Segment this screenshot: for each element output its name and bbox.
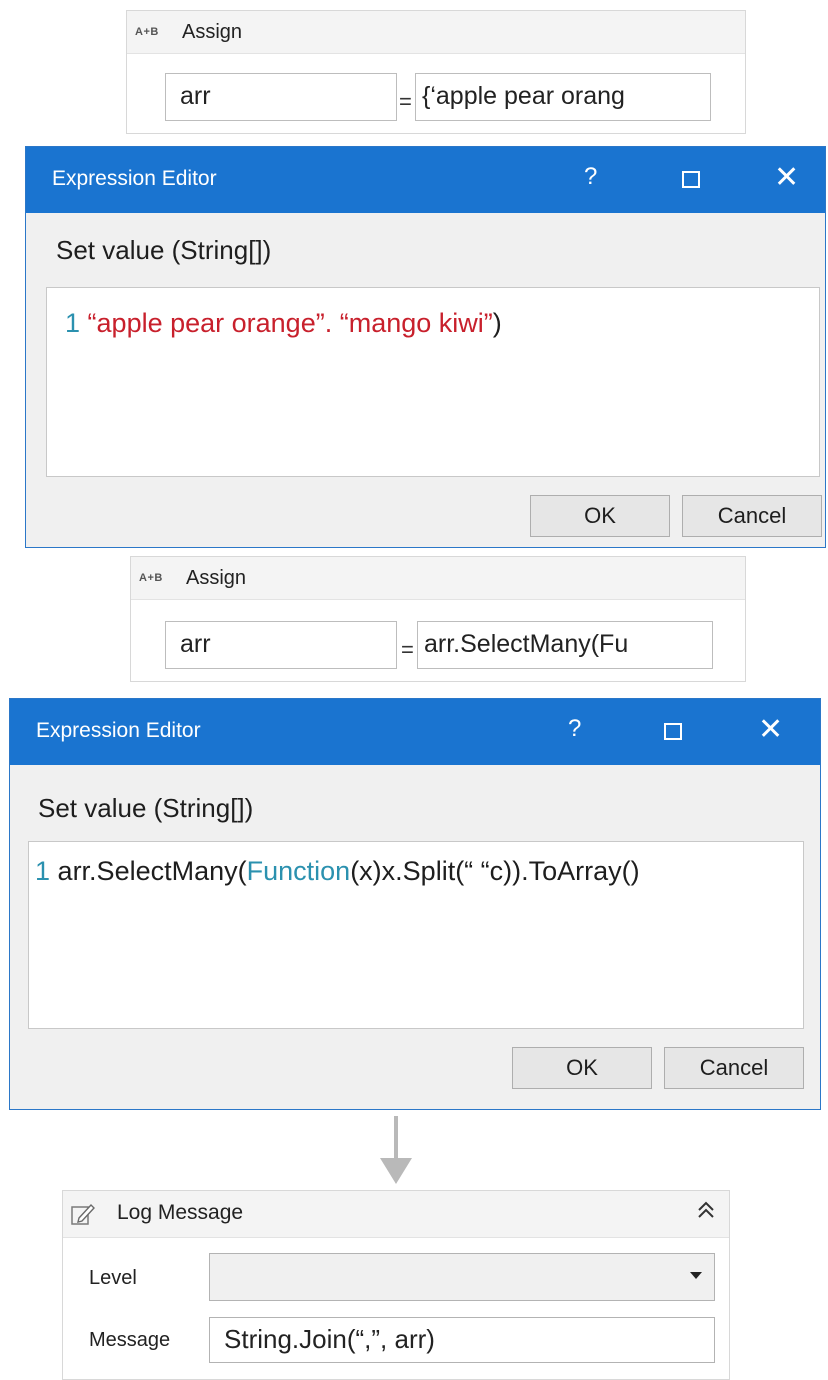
collapse-chevron-icon[interactable]: [695, 1199, 717, 1227]
message-field[interactable]: String.Join(“,”, arr): [209, 1317, 715, 1363]
assign-value-field[interactable]: {‘apple pear orang: [415, 73, 711, 121]
assign-title: Assign: [182, 21, 243, 43]
expression-code-area[interactable]: 1 arr.SelectMany(Function(x)x.Split(“ “c…: [28, 841, 804, 1029]
connector-arrow-icon: [380, 1158, 412, 1184]
level-dropdown[interactable]: [209, 1253, 715, 1301]
assign-header: A+B Assign: [131, 557, 745, 600]
help-icon[interactable]: ?: [584, 163, 597, 191]
close-icon[interactable]: ✕: [758, 712, 783, 747]
cancel-button[interactable]: Cancel: [682, 495, 822, 537]
close-icon[interactable]: ✕: [774, 160, 799, 195]
log-message-activity[interactable]: Log Message Level Message String.Join(“,…: [62, 1190, 730, 1380]
code-text: arr.SelectMany(: [57, 856, 247, 886]
expression-editor-dialog-1: Expression Editor ? ✕ Set value (String[…: [25, 146, 826, 548]
log-message-title: Log Message: [117, 1201, 244, 1224]
pencil-edit-icon: [71, 1203, 95, 1225]
set-value-label: Set value (String[]): [56, 235, 272, 265]
code-keyword: Function: [246, 856, 351, 886]
level-label: Level: [89, 1267, 137, 1289]
expression-editor-dialog-2: Expression Editor ? ✕ Set value (String[…: [9, 698, 821, 1110]
set-value-label: Set value (String[]): [38, 793, 254, 823]
line-number: 1: [35, 856, 51, 886]
cancel-button[interactable]: Cancel: [664, 1047, 804, 1089]
expression-code-area[interactable]: 1 “apple pear orange”. “mango kiwi”): [46, 287, 820, 477]
dropdown-caret-icon: [690, 1272, 702, 1279]
dialog-title: Expression Editor: [52, 167, 217, 190]
assign-equals: =: [401, 637, 414, 662]
assign-activity-2[interactable]: A+B Assign arr = arr.SelectMany(Fu: [130, 556, 746, 682]
log-message-header: Log Message: [63, 1191, 729, 1238]
assign-to-field[interactable]: arr: [165, 73, 397, 121]
connector-line: [394, 1116, 398, 1160]
message-label: Message: [89, 1329, 171, 1351]
code-string: “apple pear orange”. “mango kiwi”: [87, 308, 493, 338]
dialog-title: Expression Editor: [36, 719, 201, 742]
dialog-titlebar: Expression Editor ? ✕: [10, 699, 820, 765]
code-paren: ): [492, 308, 502, 338]
line-number: 1: [65, 308, 81, 338]
help-icon[interactable]: ?: [568, 715, 581, 743]
dialog-titlebar: Expression Editor ? ✕: [26, 147, 825, 213]
assign-icon: A+B: [139, 572, 163, 584]
assign-header: A+B Assign: [127, 11, 745, 54]
assign-icon: A+B: [135, 26, 159, 38]
assign-to-field[interactable]: arr: [165, 621, 397, 669]
assign-value-field[interactable]: arr.SelectMany(Fu: [417, 621, 713, 669]
assign-activity-1[interactable]: A+B Assign arr = {‘apple pear orang: [126, 10, 746, 134]
maximize-icon[interactable]: [664, 723, 682, 740]
assign-title: Assign: [186, 567, 247, 589]
ok-button[interactable]: OK: [512, 1047, 652, 1089]
code-text: (x)x.Split(“ “c)).ToArray(): [350, 856, 640, 886]
ok-button[interactable]: OK: [530, 495, 670, 537]
maximize-icon[interactable]: [682, 171, 700, 188]
assign-equals: =: [399, 89, 412, 114]
